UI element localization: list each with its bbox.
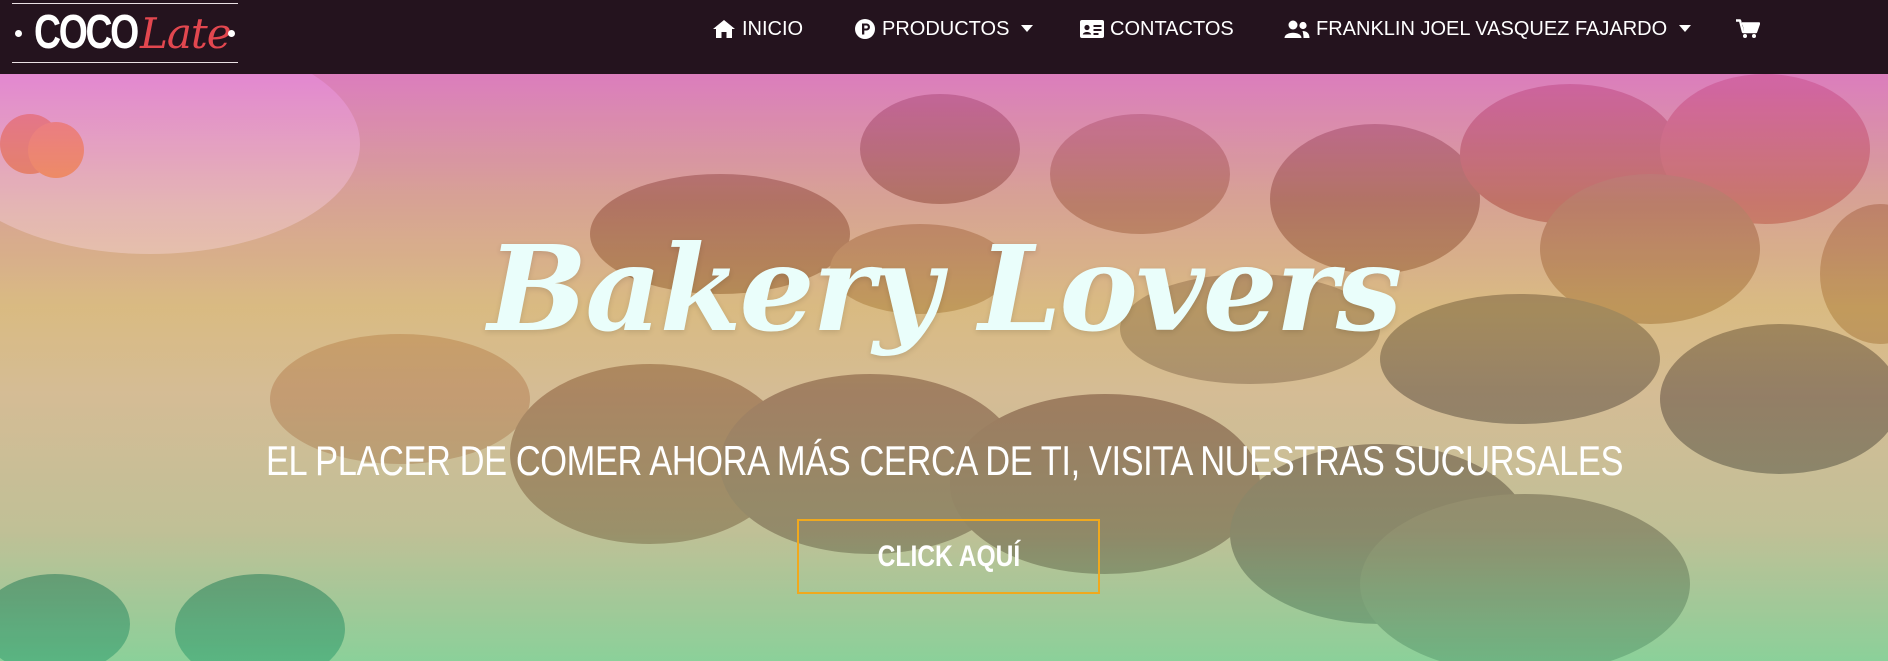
nav-contacts-link[interactable]: CONTACTOS	[1080, 14, 1234, 44]
cta-label: CLICK AQUÍ	[877, 539, 1020, 573]
brand-part-coco: COCO	[34, 6, 139, 59]
hero-subtitle-text: EL PLACER DE COMER AHORA MÁS CERCA DE TI…	[265, 437, 1623, 484]
home-icon	[712, 19, 736, 39]
logo-dot-left	[15, 30, 22, 37]
brand-text: COCOLate	[34, 6, 232, 60]
caret-down-icon	[1021, 25, 1034, 33]
hero-section: Bakery Lovers EL PLACER DE COMER AHORA M…	[0, 74, 1888, 661]
caret-down-icon	[1679, 25, 1692, 33]
shopping-cart-icon	[1736, 19, 1760, 39]
nav-home-label: INICIO	[742, 17, 804, 40]
id-card-icon	[1080, 20, 1104, 38]
navbar: COCOLate INICIO PRODUCTOS CONTACTOS FRAN…	[0, 0, 1888, 74]
hero-subtitle: EL PLACER DE COMER AHORA MÁS CERCA DE TI…	[0, 436, 1888, 486]
logo-dot-right	[228, 30, 235, 37]
cart-button[interactable]	[1736, 14, 1760, 44]
hero-title: Bakery Lovers	[487, 219, 1403, 358]
nav-products-dropdown[interactable]: PRODUCTOS	[854, 14, 1034, 44]
brand-logo[interactable]: COCOLate	[12, 3, 238, 63]
cta-button[interactable]: CLICK AQUÍ	[797, 519, 1100, 594]
products-p-icon	[854, 18, 876, 40]
nav-home-link[interactable]: INICIO	[712, 14, 803, 44]
nav-products-label: PRODUCTOS	[882, 17, 1010, 40]
users-icon	[1284, 19, 1310, 39]
nav-user-dropdown[interactable]: FRANKLIN JOEL VASQUEZ FAJARDO	[1284, 14, 1692, 44]
brand-part-late: Late	[140, 9, 232, 58]
nav-contacts-label: CONTACTOS	[1110, 17, 1234, 40]
nav-user-label: FRANKLIN JOEL VASQUEZ FAJARDO	[1316, 17, 1668, 40]
